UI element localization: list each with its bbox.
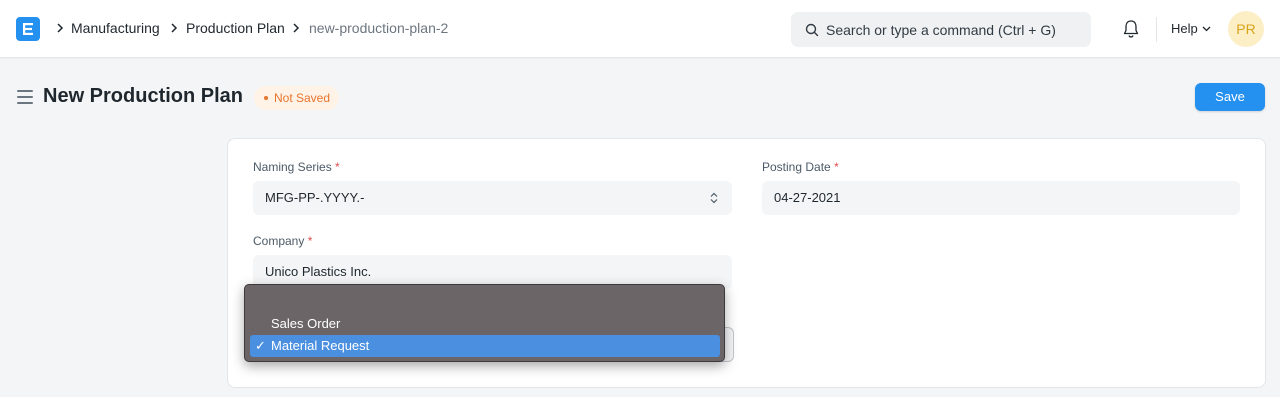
search-placeholder: Search or type a command (Ctrl + G)	[826, 22, 1056, 38]
dropdown-option-blank[interactable]	[250, 289, 720, 311]
select-dropdown-popup: Sales Order ✓ Material Request	[244, 284, 725, 362]
posting-date-input[interactable]: 04-27-2021	[762, 181, 1240, 215]
search-icon	[805, 23, 819, 37]
required-marker: *	[307, 234, 313, 248]
dropdown-option-sales-order[interactable]: Sales Order	[250, 313, 720, 335]
required-marker: *	[834, 160, 839, 174]
breadcrumb-manufacturing[interactable]: Manufacturing	[71, 20, 160, 37]
chevron-right-icon	[171, 23, 178, 33]
dropdown-option-material-request[interactable]: ✓ Material Request	[250, 335, 720, 357]
erpnext-logo-icon	[23, 23, 33, 35]
naming-series-label: Naming Series *	[253, 160, 340, 175]
sidebar-toggle-icon[interactable]	[17, 90, 33, 104]
navbar: Manufacturing Production Plan new-produc…	[0, 0, 1280, 58]
status-dot-icon	[264, 96, 268, 100]
app-logo[interactable]	[16, 17, 40, 41]
naming-series-value: MFG-PP-.YYYY.-	[265, 190, 365, 205]
status-badge: Not Saved	[254, 86, 340, 110]
naming-series-label-text: Naming Series	[253, 160, 332, 174]
company-label-text: Company	[253, 234, 305, 248]
company-label: Company *	[253, 234, 312, 249]
checkmark-icon: ✓	[255, 338, 266, 353]
posting-date-label-text: Posting Date	[762, 160, 831, 174]
save-button[interactable]: Save	[1195, 83, 1265, 111]
chevron-down-icon[interactable]	[1202, 26, 1211, 32]
breadcrumb-current-doc[interactable]: new-production-plan-2	[309, 20, 448, 37]
user-avatar[interactable]: PR	[1228, 11, 1264, 47]
dropdown-option-label: Material Request	[271, 338, 370, 353]
required-marker: *	[335, 160, 340, 174]
notification-bell-icon[interactable]	[1122, 19, 1140, 39]
breadcrumb-production-plan[interactable]: Production Plan	[186, 20, 285, 37]
status-text: Not Saved	[274, 91, 331, 105]
chevron-right-icon	[293, 23, 300, 33]
chevron-right-icon	[57, 23, 64, 33]
select-updown-icon	[710, 192, 718, 204]
naming-series-select[interactable]: MFG-PP-.YYYY.-	[253, 181, 732, 215]
page-title: New Production Plan	[43, 85, 244, 107]
navbar-divider	[1156, 17, 1157, 42]
search-bar[interactable]: Search or type a command (Ctrl + G)	[791, 12, 1091, 47]
help-menu-button[interactable]: Help	[1171, 21, 1198, 37]
posting-date-label: Posting Date *	[762, 160, 839, 175]
